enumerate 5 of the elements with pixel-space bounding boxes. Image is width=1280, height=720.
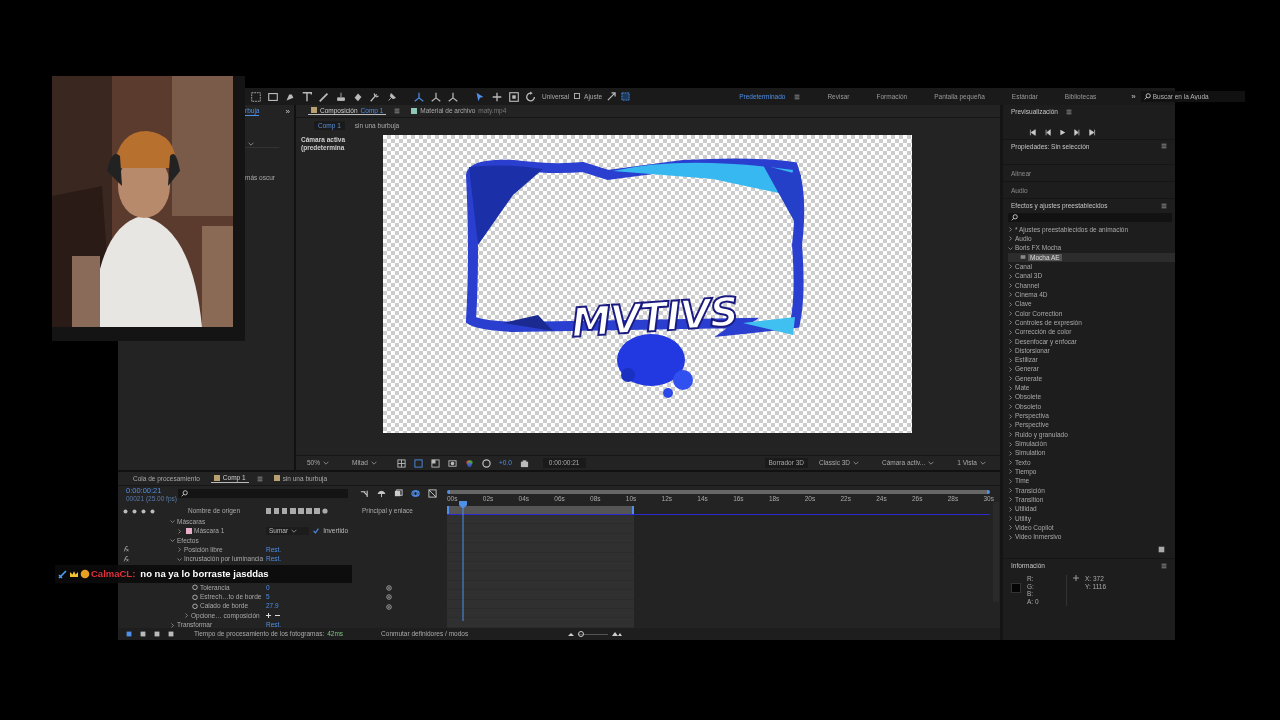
chat-message: no na ya lo borraste jasddas: [140, 568, 269, 580]
more-workspaces-button[interactable]: »: [1131, 91, 1136, 102]
logo-text: MVTIVS: [569, 291, 739, 343]
more-panels-button[interactable]: »: [285, 106, 290, 117]
chat-username: CalmaCL:: [91, 568, 136, 580]
